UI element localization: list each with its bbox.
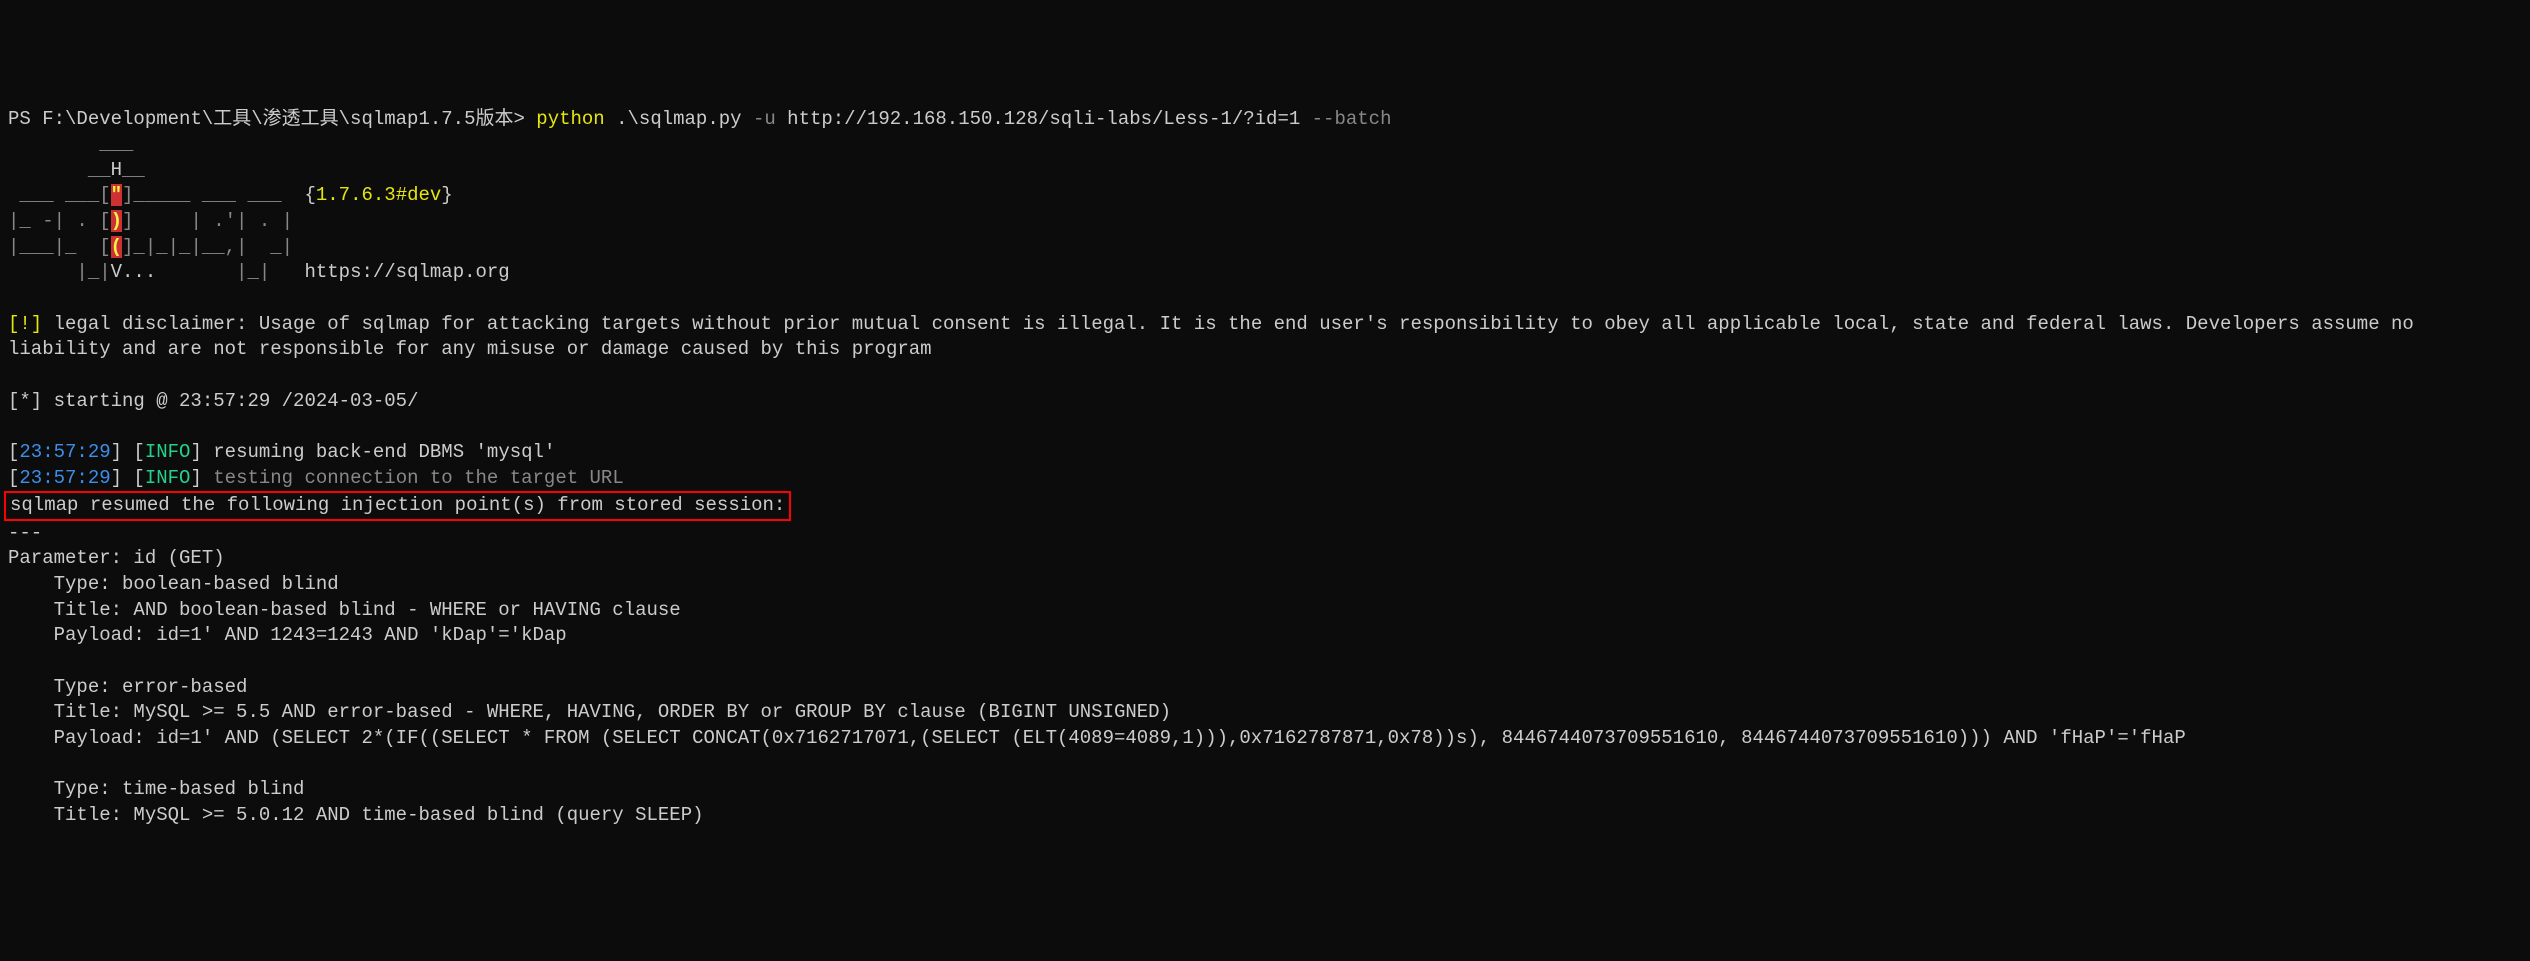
ps-prefix: PS bbox=[8, 108, 42, 130]
injection-title-2: Title: MySQL >= 5.5 AND error-based - WH… bbox=[8, 701, 1171, 723]
disclaimer-text: legal disclaimer: Usage of sqlmap for at… bbox=[8, 313, 2425, 361]
disclaimer-line: [!] legal disclaimer: Usage of sqlmap fo… bbox=[8, 313, 2425, 361]
injection-payload-2: Payload: id=1' AND (SELECT 2*(IF((SELECT… bbox=[8, 727, 2186, 749]
terminal-output[interactable]: PS F:\Development\工具\渗透工具\sqlmap1.7.5版本>… bbox=[8, 107, 2522, 829]
logo-line-6: |_|V... |_| https://sqlmap.org bbox=[8, 261, 510, 283]
command-url: http://192.168.150.128/sqli-labs/Less-1/… bbox=[776, 108, 1312, 130]
logo-line-5: |___|_ [(]_|_|_|__,| _| bbox=[8, 236, 293, 258]
injection-type-3: Type: time-based blind bbox=[8, 778, 304, 800]
command-python: python bbox=[536, 108, 604, 130]
logo-line-4: |_ -| . [)] | .'| . | bbox=[8, 210, 293, 232]
injection-type-2: Type: error-based bbox=[8, 676, 247, 698]
flag-batch: --batch bbox=[1312, 108, 1392, 130]
parameter-line: Parameter: id (GET) bbox=[8, 547, 225, 569]
log-level-info: INFO bbox=[145, 467, 191, 489]
log-timestamp: 23:57:29 bbox=[19, 441, 110, 463]
command-script: .\sqlmap.py bbox=[605, 108, 753, 130]
starting-line: [*] starting @ 23:57:29 /2024-03-05/ bbox=[8, 390, 418, 412]
injection-payload-1: Payload: id=1' AND 1243=1243 AND 'kDap'=… bbox=[8, 624, 567, 646]
highlighted-resumed-message: sqlmap resumed the following injection p… bbox=[4, 491, 791, 521]
prompt-gt: > bbox=[513, 108, 536, 130]
logo-line-3: ___ ___["]_____ ___ ___ {1.7.6.3#dev} bbox=[8, 184, 453, 206]
log-level-info: INFO bbox=[145, 441, 191, 463]
injection-title-1: Title: AND boolean-based blind - WHERE o… bbox=[8, 599, 681, 621]
prompt-line: PS F:\Development\工具\渗透工具\sqlmap1.7.5版本>… bbox=[8, 108, 1391, 130]
injection-type-1: Type: boolean-based blind bbox=[8, 573, 339, 595]
disclaimer-tag: [!] bbox=[8, 313, 42, 335]
flag-u: -u bbox=[753, 108, 776, 130]
injection-title-3: Title: MySQL >= 5.0.12 AND time-based bl… bbox=[8, 804, 704, 826]
log-line-1: [23:57:29] [INFO] resuming back-end DBMS… bbox=[8, 441, 555, 463]
prompt-path: F:\Development\工具\渗透工具\sqlmap1.7.5版本 bbox=[42, 108, 513, 130]
separator: --- bbox=[8, 522, 42, 544]
logo-line-1: ___ bbox=[8, 133, 133, 155]
log-timestamp: 23:57:29 bbox=[19, 467, 110, 489]
logo-line-2: __H__ bbox=[8, 159, 145, 181]
log-line-2: [23:57:29] [INFO] testing connection to … bbox=[8, 467, 624, 489]
